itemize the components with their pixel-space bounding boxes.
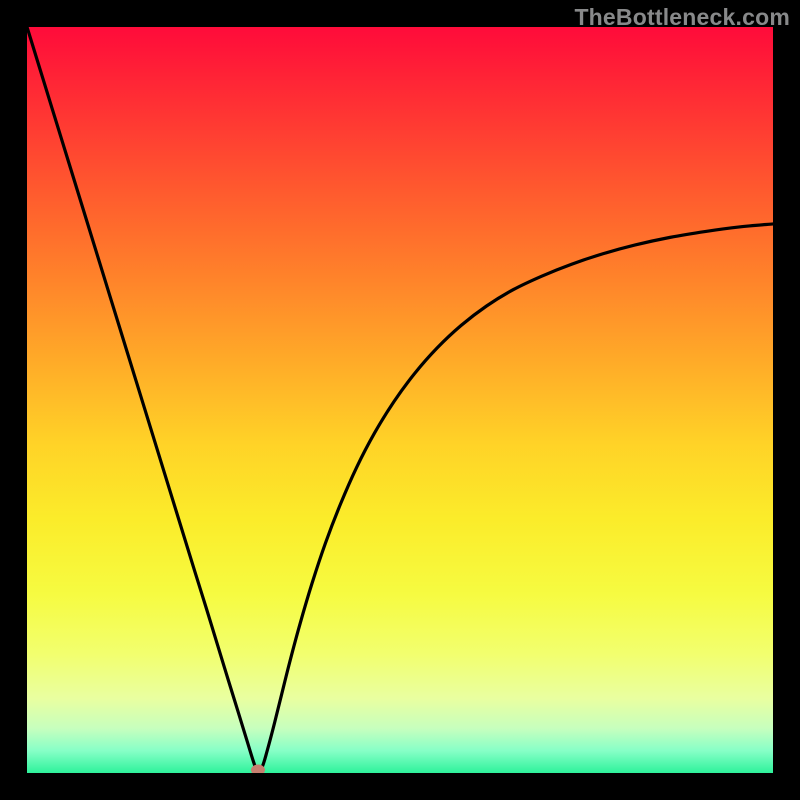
bottleneck-curve bbox=[27, 27, 773, 773]
optimal-point-marker bbox=[251, 765, 265, 774]
watermark-text: TheBottleneck.com bbox=[574, 4, 790, 31]
chart-plot-area bbox=[27, 27, 773, 773]
